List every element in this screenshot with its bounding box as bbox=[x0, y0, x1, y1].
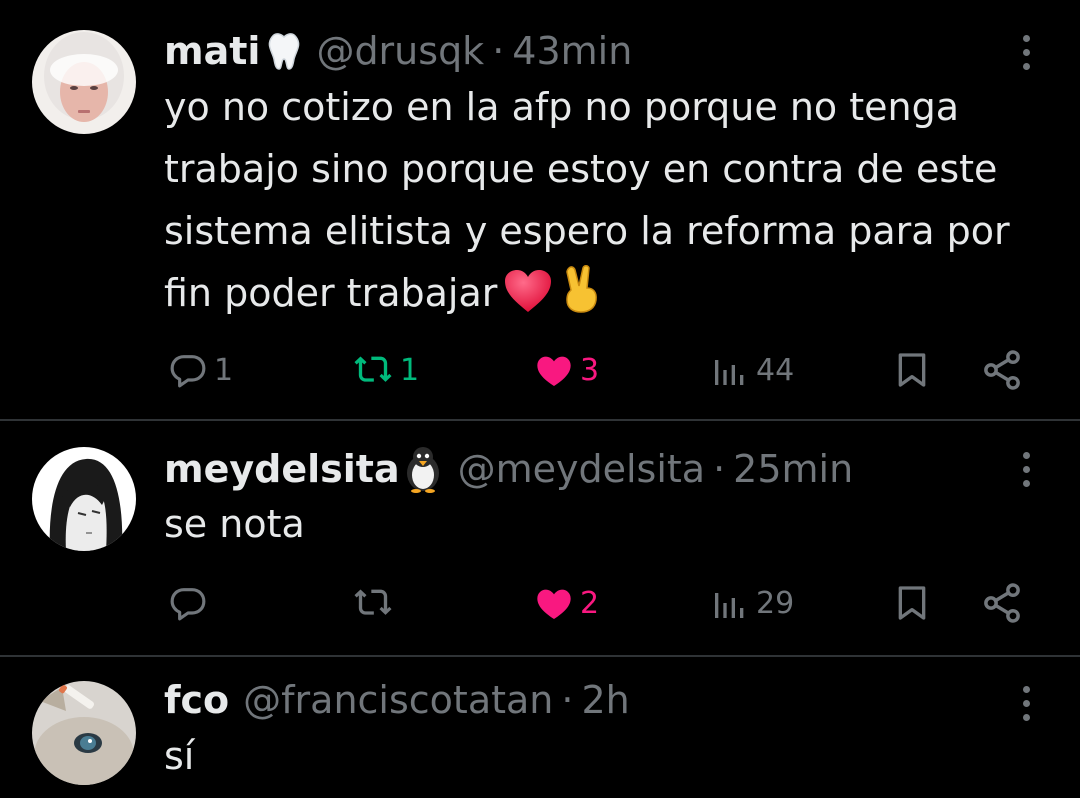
tweet-text-content: se nota bbox=[164, 502, 305, 546]
tweet-meydelsita[interactable]: meydelsita @meydelsita · 25min se nota 2… bbox=[0, 421, 1080, 655]
action-bar: 2 29 bbox=[0, 577, 1080, 629]
views-button[interactable]: 29 bbox=[710, 577, 794, 629]
tweet-header: meydelsita @meydelsita · 25min bbox=[164, 445, 853, 493]
bookmark-icon bbox=[898, 353, 926, 387]
like-count: 3 bbox=[580, 352, 600, 388]
tweet-text-content: sí bbox=[164, 734, 195, 778]
separator-dot: · bbox=[492, 29, 505, 73]
tweet-fco[interactable]: fco @franciscotatan · 2h sí bbox=[0, 657, 1080, 798]
avatar[interactable] bbox=[32, 447, 136, 551]
separator-dot: · bbox=[561, 678, 574, 722]
penguin-emoji bbox=[402, 445, 444, 493]
reply-button[interactable] bbox=[168, 577, 214, 629]
more-icon[interactable] bbox=[1016, 32, 1036, 72]
handle[interactable]: @drusqk bbox=[316, 28, 484, 74]
display-name[interactable]: fco bbox=[164, 677, 229, 723]
share-button[interactable] bbox=[980, 577, 1024, 629]
handle[interactable]: @franciscotatan bbox=[243, 677, 553, 723]
like-button[interactable]: 2 bbox=[534, 577, 599, 629]
avatar[interactable] bbox=[32, 30, 136, 134]
bookmark-button[interactable] bbox=[892, 344, 932, 396]
like-button[interactable]: 3 bbox=[534, 344, 599, 396]
repost-icon bbox=[354, 589, 392, 615]
tweet-header: mati @drusqk · 43min bbox=[164, 28, 632, 74]
tooth-emoji bbox=[266, 31, 302, 71]
display-name[interactable]: mati bbox=[164, 28, 260, 74]
like-count: 2 bbox=[580, 585, 600, 621]
views-icon bbox=[715, 360, 744, 385]
more-icon[interactable] bbox=[1016, 449, 1036, 489]
tweet-text: se nota bbox=[164, 493, 1044, 555]
display-name[interactable]: meydelsita bbox=[164, 446, 400, 492]
views-count: 29 bbox=[756, 585, 795, 621]
handle[interactable]: @meydelsita bbox=[458, 446, 705, 492]
action-bar: 1 1 3 44 bbox=[0, 344, 1080, 396]
bookmark-icon bbox=[898, 586, 926, 620]
reply-icon bbox=[170, 355, 206, 388]
victory-hand-emoji bbox=[559, 264, 601, 332]
share-icon bbox=[984, 350, 1020, 390]
separator-dot: · bbox=[713, 447, 726, 491]
reply-button[interactable]: 1 bbox=[168, 344, 233, 396]
tweet-text: yo no cotizo en la afp no porque no teng… bbox=[164, 76, 1044, 332]
timestamp[interactable]: 25min bbox=[733, 446, 853, 492]
repost-button[interactable] bbox=[352, 577, 400, 629]
share-icon bbox=[984, 583, 1020, 623]
timestamp[interactable]: 2h bbox=[581, 677, 629, 723]
bookmark-button[interactable] bbox=[892, 577, 932, 629]
views-icon bbox=[715, 593, 744, 618]
more-icon[interactable] bbox=[1016, 683, 1036, 723]
views-count: 44 bbox=[756, 352, 795, 388]
like-icon bbox=[537, 356, 571, 386]
repost-button[interactable]: 1 bbox=[352, 344, 419, 396]
tweet-mati[interactable]: mati @drusqk · 43min yo no cotizo en la … bbox=[0, 0, 1080, 420]
reply-icon bbox=[170, 588, 206, 621]
share-button[interactable] bbox=[980, 344, 1024, 396]
tweet-header: fco @franciscotatan · 2h bbox=[164, 677, 630, 723]
views-button[interactable]: 44 bbox=[710, 344, 794, 396]
avatar[interactable] bbox=[32, 681, 136, 785]
red-heart-emoji bbox=[503, 268, 553, 332]
timestamp[interactable]: 43min bbox=[512, 28, 632, 74]
reply-count: 1 bbox=[214, 352, 234, 388]
like-icon bbox=[537, 589, 571, 619]
repost-count: 1 bbox=[400, 352, 420, 388]
tweet-text: sí bbox=[164, 725, 1044, 787]
repost-icon bbox=[354, 356, 392, 382]
